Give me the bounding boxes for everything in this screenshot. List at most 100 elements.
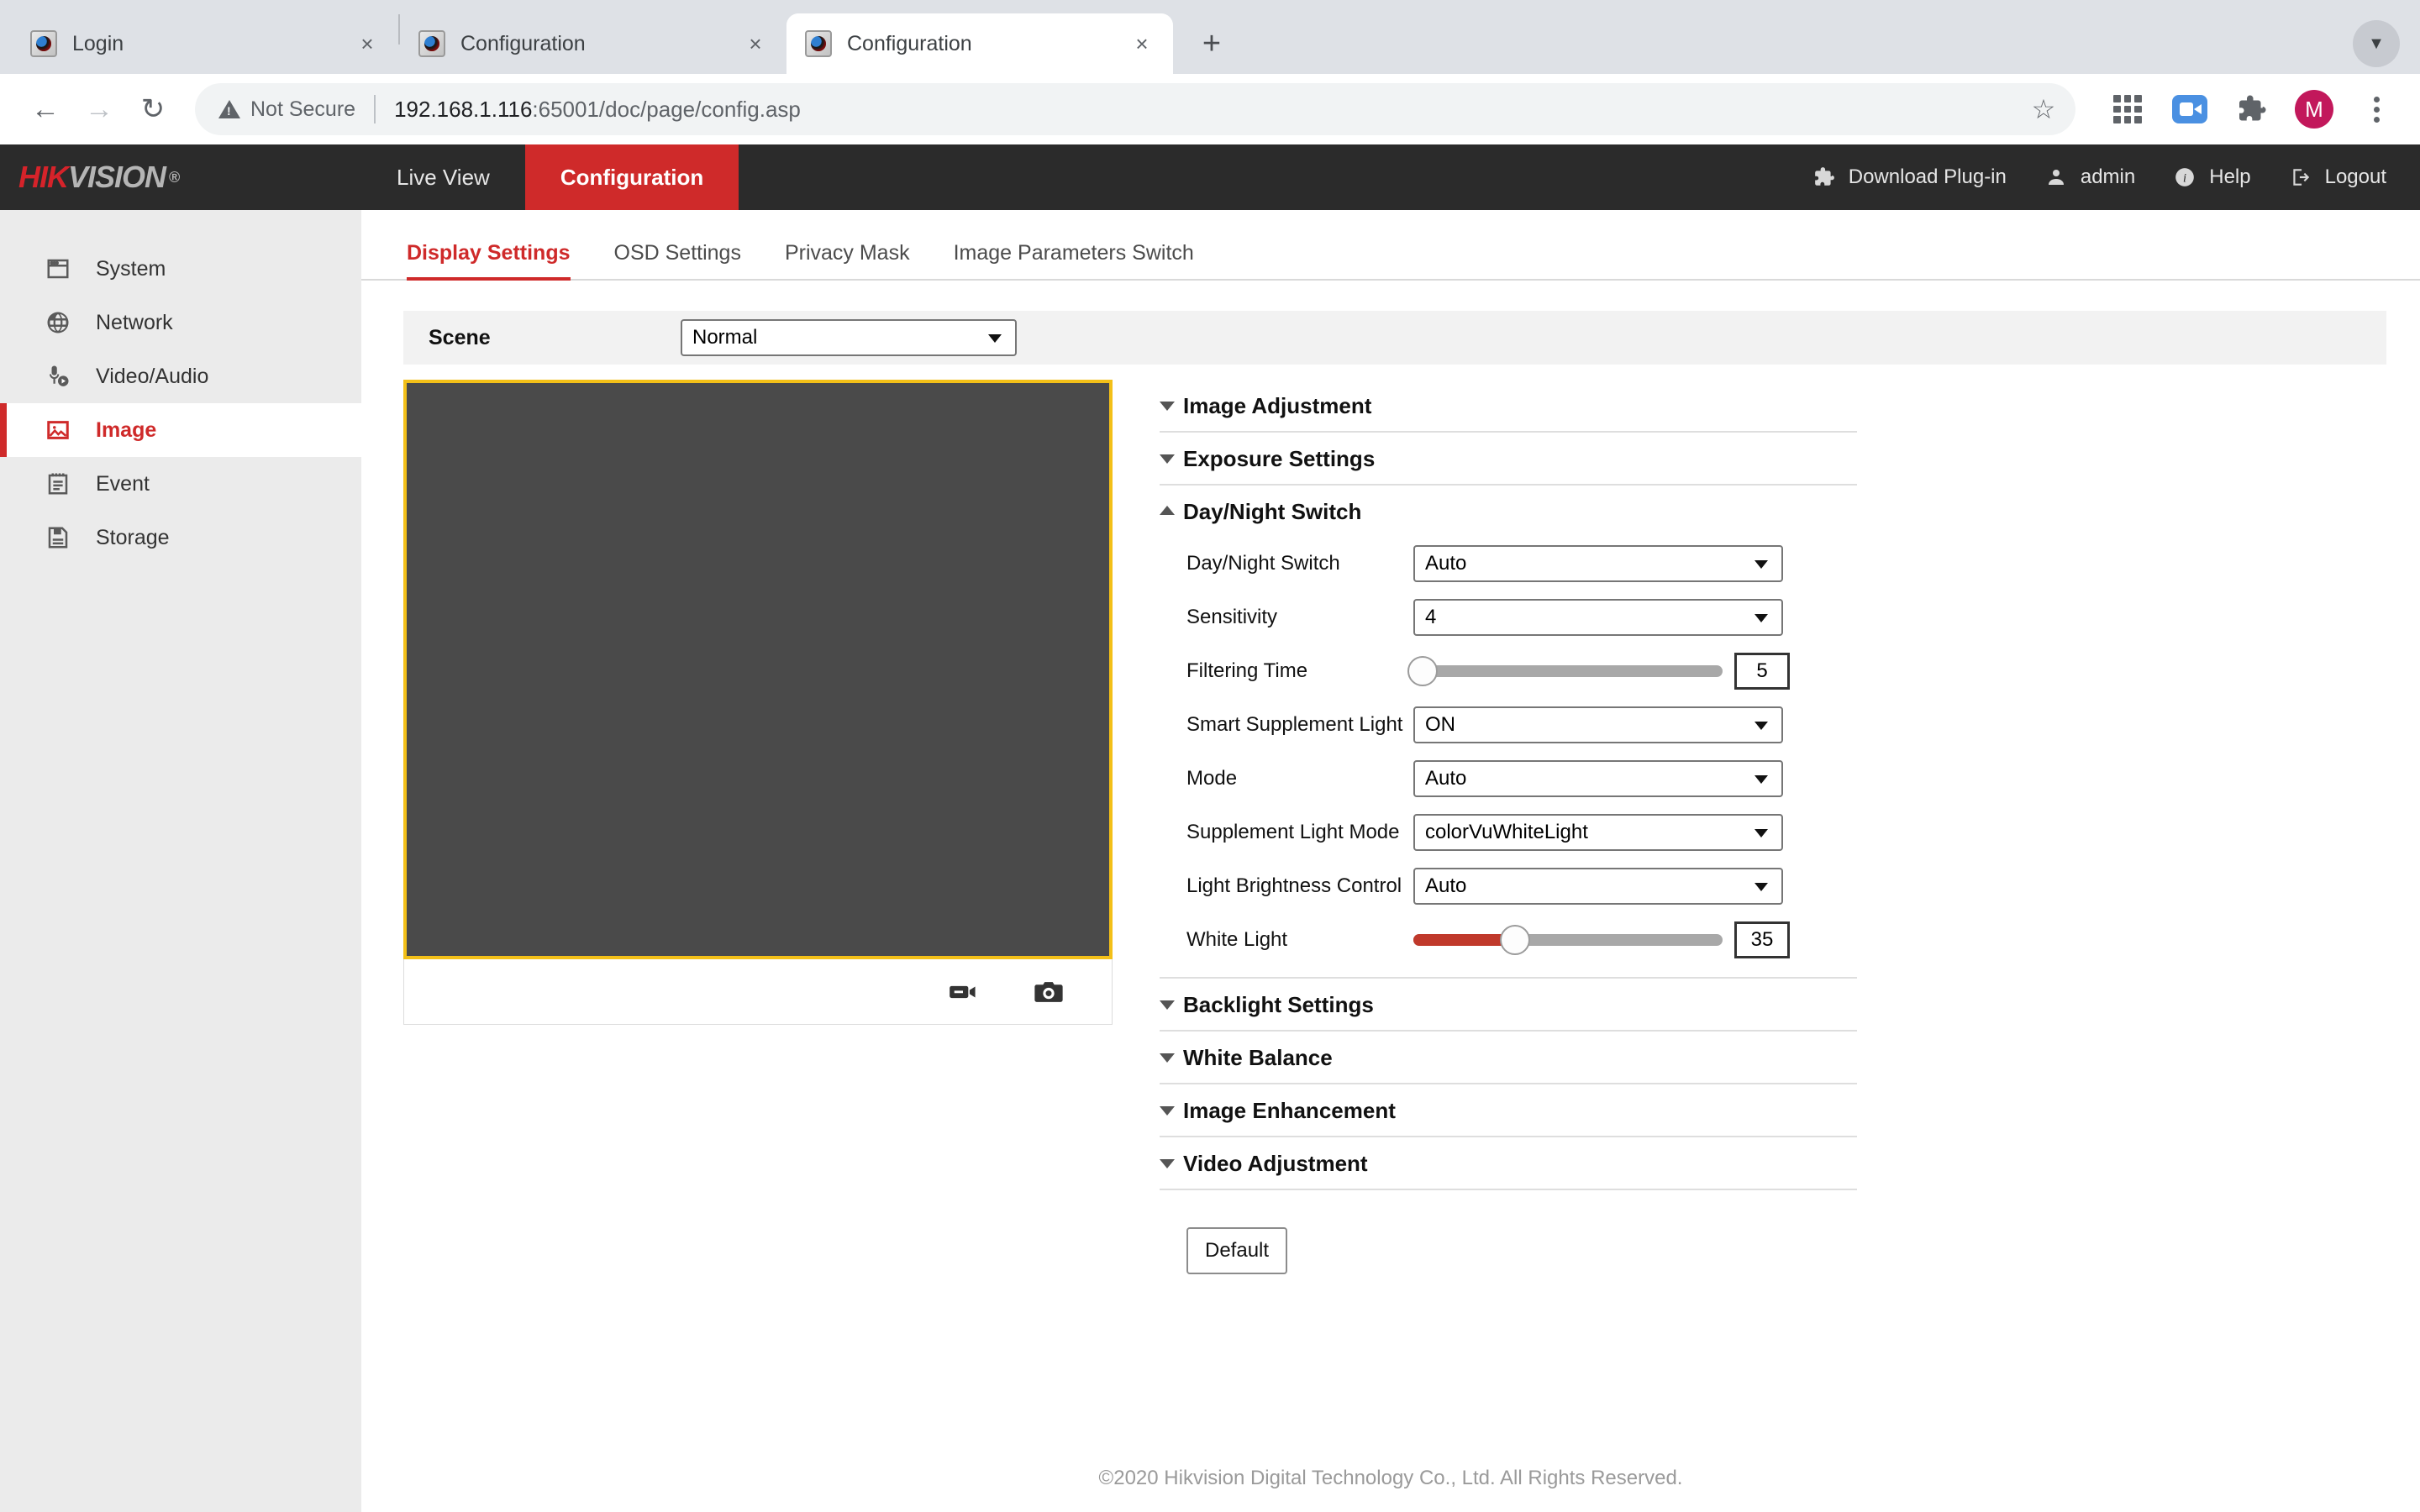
- chevron-down-icon: [1160, 1050, 1176, 1067]
- filtering-time-slider[interactable]: [1413, 665, 1723, 677]
- row-mode: Mode Auto: [1160, 752, 1857, 806]
- chevron-down-icon: [1160, 398, 1176, 415]
- mode-select[interactable]: Auto: [1413, 760, 1783, 797]
- preview-toolbar: [403, 959, 1113, 1025]
- smart-supplement-light-select[interactable]: ON: [1413, 706, 1783, 743]
- nav-live-view[interactable]: Live View: [361, 144, 525, 210]
- section-exposure-settings[interactable]: Exposure Settings: [1160, 436, 1857, 484]
- hikvision-favicon: [805, 30, 832, 57]
- profile-avatar[interactable]: M: [2289, 84, 2339, 134]
- row-label: Filtering Time: [1186, 659, 1413, 683]
- close-icon[interactable]: ×: [351, 28, 383, 60]
- sidebar-item-video-audio[interactable]: Video/Audio: [0, 349, 361, 403]
- video-preview[interactable]: [403, 380, 1113, 959]
- bookmark-star-icon[interactable]: ☆: [2020, 86, 2067, 133]
- row-filtering-time: Filtering Time 5: [1160, 644, 1857, 698]
- supplement-light-mode-select[interactable]: colorVuWhiteLight: [1413, 814, 1783, 851]
- apps-grid-icon[interactable]: [2102, 84, 2153, 134]
- url-path: :65001/doc/page/config.asp: [532, 97, 800, 122]
- photo-camera-icon[interactable]: [1029, 973, 1068, 1011]
- zoom-camera-icon[interactable]: [2165, 84, 2215, 134]
- forward-icon[interactable]: →: [72, 82, 126, 136]
- browser-tab-3-active[interactable]: Configuration ×: [786, 13, 1173, 74]
- new-tab-button[interactable]: +: [1188, 20, 1235, 67]
- row-label: Sensitivity: [1186, 606, 1413, 629]
- download-plugin-link[interactable]: Download Plug-in: [1812, 165, 2007, 190]
- display-settings-panel: Image Adjustment Exposure Settings D: [361, 365, 2420, 1512]
- warning-triangle-icon: [218, 100, 240, 118]
- url-host: 192.168.1.116: [394, 97, 532, 122]
- section-title: Day/Night Switch: [1183, 499, 1361, 525]
- section-image-enhancement[interactable]: Image Enhancement: [1160, 1088, 1857, 1136]
- extensions-puzzle-icon[interactable]: [2227, 84, 2277, 134]
- page-footer: ©2020 Hikvision Digital Technology Co., …: [361, 1467, 2420, 1490]
- globe-icon: [42, 307, 74, 339]
- chevron-down-icon: [1160, 997, 1176, 1014]
- section-image-adjustment[interactable]: Image Adjustment: [1160, 383, 1857, 431]
- chevron-down-icon: [1160, 1103, 1176, 1120]
- close-icon[interactable]: ×: [1126, 28, 1158, 60]
- white-light-slider[interactable]: [1413, 934, 1723, 946]
- nav-configuration[interactable]: Configuration: [525, 144, 739, 210]
- sidebar-item-system[interactable]: System: [0, 242, 361, 296]
- chevron-down-icon[interactable]: ▼: [2353, 20, 2400, 67]
- row-label: Supplement Light Mode: [1186, 821, 1413, 844]
- url-text: 192.168.1.116:65001/doc/page/config.asp: [394, 97, 801, 123]
- not-secure-indicator[interactable]: Not Secure: [218, 97, 355, 122]
- hikvision-favicon: [30, 30, 57, 57]
- back-icon[interactable]: ←: [18, 82, 72, 136]
- address-bar[interactable]: Not Secure 192.168.1.116:65001/doc/page/…: [195, 83, 2075, 135]
- row-white-light: White Light 35: [1160, 913, 1857, 967]
- day-night-switch-select[interactable]: Auto: [1413, 545, 1783, 582]
- chrome-menu-icon[interactable]: [2351, 84, 2402, 134]
- section-title: Image Enhancement: [1183, 1098, 1396, 1124]
- video-camera-icon[interactable]: [944, 973, 982, 1011]
- settings-tabs: Display Settings OSD Settings Privacy Ma…: [361, 210, 2420, 281]
- sidebar-item-label: System: [96, 257, 166, 281]
- chevron-down-icon: [1160, 1156, 1176, 1173]
- section-divider: [1160, 1136, 1857, 1137]
- white-light-value[interactable]: 35: [1734, 921, 1790, 958]
- default-button[interactable]: Default: [1186, 1227, 1287, 1274]
- sidebar-item-storage[interactable]: Storage: [0, 511, 361, 564]
- light-brightness-control-select[interactable]: Auto: [1413, 868, 1783, 905]
- logout-link[interactable]: Logout: [2288, 165, 2386, 190]
- section-day-night-switch[interactable]: Day/Night Switch: [1160, 489, 1857, 537]
- logout-icon: [2288, 165, 2313, 190]
- slider-knob[interactable]: [1500, 925, 1530, 955]
- filtering-time-value[interactable]: 5: [1734, 653, 1790, 690]
- chevron-down-icon: [1160, 451, 1176, 468]
- section-title: Video Adjustment: [1183, 1151, 1368, 1177]
- close-icon[interactable]: ×: [739, 28, 771, 60]
- browser-tab-1[interactable]: Login ×: [12, 13, 398, 74]
- browser-tab-2[interactable]: Configuration ×: [400, 13, 786, 74]
- reload-icon[interactable]: ↻: [126, 82, 180, 136]
- sensitivity-select[interactable]: 4: [1413, 599, 1783, 636]
- page-body: System Network Video/Audio: [0, 210, 2420, 1512]
- select-value: Auto: [1425, 874, 1466, 898]
- section-backlight-settings[interactable]: Backlight Settings: [1160, 982, 1857, 1030]
- section-white-balance[interactable]: White Balance: [1160, 1035, 1857, 1083]
- tab-privacy-mask[interactable]: Privacy Mask: [763, 241, 932, 279]
- slider-knob[interactable]: [1407, 656, 1438, 686]
- tab-osd-settings[interactable]: OSD Settings: [592, 241, 763, 279]
- tab-image-parameters-switch[interactable]: Image Parameters Switch: [932, 241, 1216, 279]
- section-video-adjustment[interactable]: Video Adjustment: [1160, 1141, 1857, 1189]
- help-link[interactable]: i Help: [2172, 165, 2250, 190]
- section-title: Image Adjustment: [1183, 393, 1371, 419]
- web-page: HIKVISION® Live View Configuration Downl…: [0, 144, 2420, 1512]
- select-value: 4: [1425, 606, 1436, 629]
- sidebar-item-event[interactable]: Event: [0, 457, 361, 511]
- tab-display-settings[interactable]: Display Settings: [385, 241, 592, 279]
- hikvision-favicon: [418, 30, 445, 57]
- sidebar-item-label: Video/Audio: [96, 365, 208, 389]
- puzzle-icon: [1812, 165, 1837, 190]
- sidebar-item-image[interactable]: Image: [0, 403, 361, 457]
- sidebar-item-network[interactable]: Network: [0, 296, 361, 349]
- scene-select[interactable]: Normal: [681, 319, 1017, 356]
- sidebar-item-label: Network: [96, 311, 173, 335]
- user-account[interactable]: admin: [2044, 165, 2135, 190]
- help-label: Help: [2209, 165, 2250, 189]
- hikvision-logo[interactable]: HIKVISION®: [0, 144, 361, 210]
- row-supplement-light-mode: Supplement Light Mode colorVuWhiteLight: [1160, 806, 1857, 859]
